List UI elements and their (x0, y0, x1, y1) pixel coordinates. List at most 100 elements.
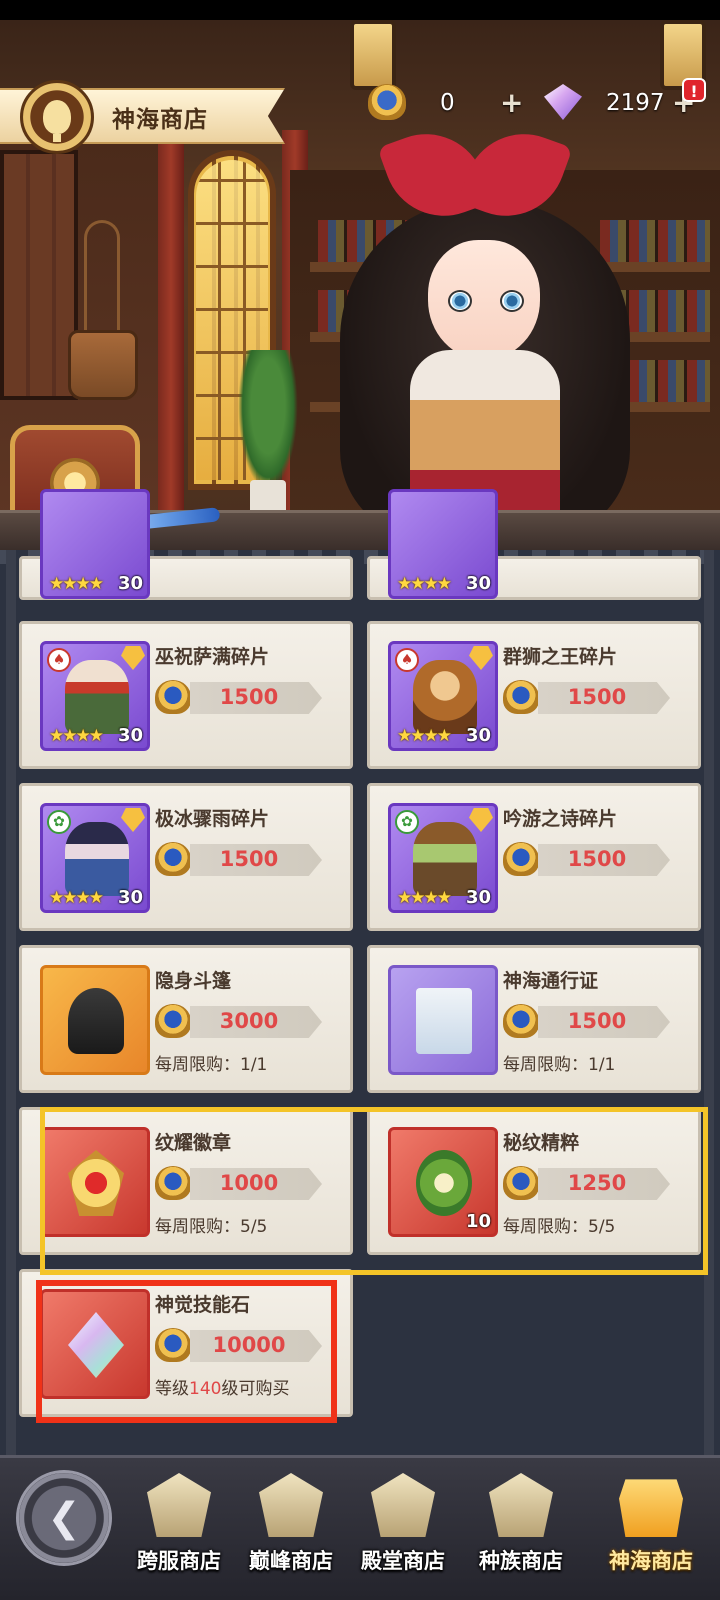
purchase-limit: 每周限购：5/5 (503, 1217, 616, 1237)
item-price: 1500 (567, 1009, 627, 1033)
cloak-icon (68, 988, 124, 1054)
plant (238, 350, 298, 490)
shield-coin-icon (155, 680, 191, 714)
purchase-limit: 每周限购：1/1 (155, 1055, 268, 1075)
tab-label: 种族商店 (479, 1549, 563, 1573)
back-arrow-icon: ❮ (47, 1495, 81, 1541)
item-card-partial[interactable]: ★★★★ 30 (19, 489, 353, 600)
item-count: 30 (117, 887, 143, 908)
item-price: 1500 (219, 685, 279, 709)
add-coin-button[interactable]: + (500, 86, 523, 119)
hero-shard-icon (121, 646, 145, 670)
item-thumbnail (40, 965, 150, 1075)
tab-label: 巅峰商店 (249, 1549, 333, 1573)
pass-ticket-icon (416, 988, 472, 1054)
lantern-icon (350, 20, 396, 90)
item-count: 30 (465, 887, 491, 908)
item-thumbnail: ♠ ★★★★ 30 (388, 641, 498, 751)
alert-icon[interactable]: ! (682, 78, 706, 102)
item-name: 神觉技能石 (155, 1294, 251, 1316)
item-count: 10 (465, 1211, 491, 1232)
tab-peak-shop[interactable]: 巅峰商店 (236, 1465, 346, 1585)
item-price: 1500 (567, 847, 627, 871)
shield-coin-icon (503, 1004, 539, 1038)
item-card[interactable]: ✿ ★★★★ 30 极冰骤雨碎片 1500 (19, 783, 353, 931)
hero-shard-icon (121, 808, 145, 832)
tab-divine-sea-shop[interactable]: 神海商店 (596, 1465, 706, 1585)
item-card[interactable]: ✿ ★★★★ 30 吟游之诗碎片 1500 (367, 783, 701, 931)
item-price: 10000 (212, 1333, 286, 1357)
badge-icon (68, 1150, 124, 1216)
tab-race-shop[interactable]: 种族商店 (466, 1465, 576, 1585)
item-thumbnail: 10 (388, 1127, 498, 1237)
essence-icon (416, 1150, 472, 1216)
level-requirement: 等级140级可购买 (155, 1379, 290, 1399)
item-price: 1000 (219, 1171, 279, 1195)
item-thumbnail: ♠ ★★★★ 30 (40, 641, 150, 751)
item-name: 吟游之诗碎片 (503, 808, 618, 830)
back-button[interactable]: ❮ (16, 1470, 112, 1566)
item-card[interactable]: 隐身斗篷 3000 每周限购：1/1 (19, 945, 353, 1093)
shield-coin-icon (155, 1328, 191, 1362)
item-card[interactable]: 10 秘纹精粹 1250 每周限购：5/5 (367, 1107, 701, 1255)
shield-coin-icon (503, 680, 539, 714)
item-card-partial[interactable]: ★★★★ 30 (367, 489, 701, 600)
skill-stone-icon (68, 1312, 124, 1378)
hero-shard-icon (469, 646, 493, 670)
star-rating: ★★★★ (397, 888, 452, 908)
item-name: 极冰骤雨碎片 (155, 808, 270, 830)
hall-emblem-icon (371, 1473, 435, 1537)
diamond-amount: 2197 (606, 90, 665, 116)
item-card[interactable]: ♠ ★★★★ 30 巫祝萨满碎片 1500 (19, 621, 353, 769)
hero-shard-icon (469, 808, 493, 832)
warrior-class-icon: ♠ (395, 648, 419, 672)
item-count: 30 (117, 725, 143, 746)
satchel (68, 330, 138, 400)
star-rating: ★★★★ (49, 726, 104, 746)
item-card[interactable]: 神觉技能石 10000 等级140级可购买 (19, 1269, 353, 1417)
item-name: 秘纹精粹 (503, 1132, 580, 1154)
item-price: 1500 (219, 847, 279, 871)
hot-air-balloon-icon (20, 80, 94, 154)
shield-coin-icon (155, 1004, 191, 1038)
shield-coin-icon (503, 842, 539, 876)
item-card[interactable]: 纹耀徽章 1000 每周限购：5/5 (19, 1107, 353, 1255)
status-bar (0, 0, 720, 20)
item-thumbnail: ✿ ★★★★ 30 (388, 803, 498, 913)
shield-coin-icon (368, 84, 406, 120)
shield-coin-icon (155, 842, 191, 876)
nature-class-icon: ✿ (395, 810, 419, 834)
item-price: 1250 (567, 1171, 627, 1195)
item-card[interactable]: ♠ ★★★★ 30 群狮之王碎片 1500 (367, 621, 701, 769)
item-name: 纹耀徽章 (155, 1132, 232, 1154)
tab-label: 跨服商店 (137, 1549, 221, 1573)
item-name: 隐身斗篷 (155, 970, 232, 992)
item-name: 神海通行证 (503, 970, 599, 992)
race-emblem-icon (489, 1473, 553, 1537)
purchase-limit: 每周限购：5/5 (155, 1217, 268, 1237)
item-price: 1500 (567, 685, 627, 709)
tab-cross-server-shop[interactable]: 跨服商店 (124, 1465, 234, 1585)
item-price: 3000 (219, 1009, 279, 1033)
item-name: 群狮之王碎片 (503, 646, 618, 668)
peak-emblem-icon (259, 1473, 323, 1537)
tab-label: 殿堂商店 (361, 1549, 445, 1573)
crown-emblem-icon (147, 1473, 211, 1537)
item-thumbnail: ✿ ★★★★ 30 (40, 803, 150, 913)
item-thumbnail (40, 1127, 150, 1237)
item-thumbnail (40, 1289, 150, 1399)
shield-coin-icon (155, 1166, 191, 1200)
item-count: 30 (465, 725, 491, 746)
nature-class-icon: ✿ (47, 810, 71, 834)
star-rating: ★★★★ (49, 888, 104, 908)
shopkeeper-character[interactable] (340, 117, 630, 550)
tab-label-active: 神海商店 (609, 1549, 693, 1573)
purchase-limit: 每周限购：1/1 (503, 1055, 616, 1075)
shield-coin-icon (503, 1166, 539, 1200)
wall-panel (0, 150, 78, 400)
tab-hall-shop[interactable]: 殿堂商店 (348, 1465, 458, 1585)
shop-stall-icon (619, 1479, 683, 1537)
warrior-class-icon: ♠ (47, 648, 71, 672)
coin-amount: 0 (440, 90, 455, 116)
item-card[interactable]: 神海通行证 1500 每周限购：1/1 (367, 945, 701, 1093)
